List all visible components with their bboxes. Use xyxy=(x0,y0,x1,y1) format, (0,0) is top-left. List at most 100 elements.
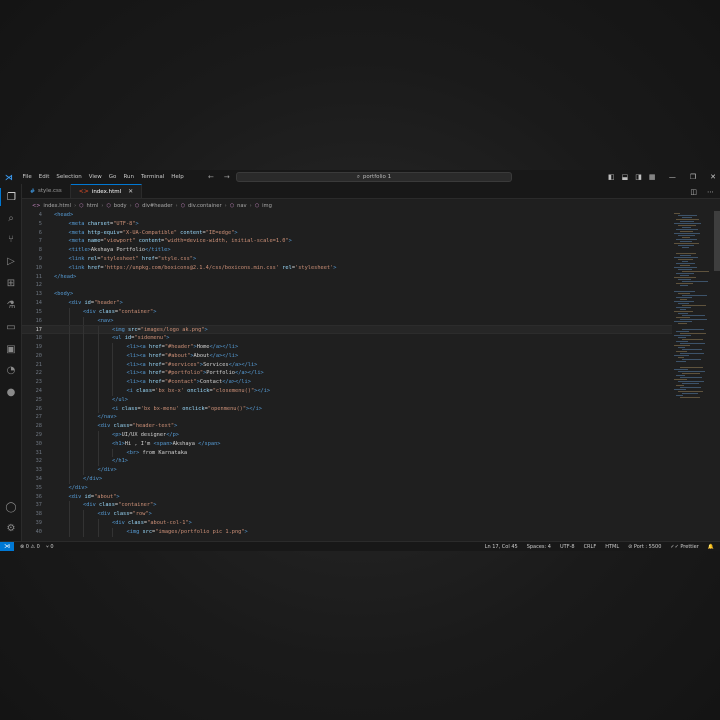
code-line[interactable]: 22 <li><a href="#portfolio">Portfolio</a>… xyxy=(22,369,672,379)
code-line[interactable]: 32 </h1> xyxy=(22,457,672,467)
code-line[interactable]: 9 <link rel="stylesheet" href="style.css"… xyxy=(22,255,672,264)
extension-badge-icon[interactable]: ● xyxy=(0,383,22,401)
minimap-line xyxy=(682,373,700,374)
code-line[interactable]: 40 <img src="images/portfolio pic 1.png"> xyxy=(22,527,672,537)
code-line[interactable]: 21 <li><a href="#services">Services</a></… xyxy=(22,360,672,370)
code-line[interactable]: 20 <li><a href="#about">About</a></li> xyxy=(22,351,672,361)
code-line[interactable]: 28 <div class="header-text"> xyxy=(22,422,672,431)
minimap-line xyxy=(676,351,687,352)
customize-layout-icon[interactable]: ▦ xyxy=(649,173,656,181)
notifications-bell-icon[interactable]: 🔔 xyxy=(708,544,714,550)
code-line[interactable]: 7 <meta name="viewport" content="width=de… xyxy=(22,237,672,246)
timeline-icon[interactable]: ◔ xyxy=(0,361,22,379)
code-line[interactable]: 10 <link href='https://unpkg.com/boxicons… xyxy=(22,264,672,273)
code-line[interactable]: 27 </nav> xyxy=(22,413,672,423)
code-line[interactable]: 31 <br> from Karnataka xyxy=(22,448,672,458)
code-line[interactable]: 39 <div class="about-col-1"> xyxy=(22,519,672,528)
command-center[interactable]: ⌕ portfolio 1 xyxy=(236,172,512,182)
menu-edit[interactable]: Edit xyxy=(35,174,53,180)
toggle-primary-sidebar-icon[interactable]: ◧ xyxy=(608,173,615,181)
remote-indicator-icon[interactable]: ⋊ xyxy=(0,541,14,551)
tab-index-html[interactable]: <> index.html ✕ xyxy=(70,184,143,198)
extensions-icon[interactable]: ⊞ xyxy=(0,274,22,292)
code-line[interactable]: 4 <head> xyxy=(22,211,672,220)
breadcrumb-item[interactable]: img xyxy=(262,203,272,209)
minimap-line xyxy=(680,333,706,334)
line-number: 22 xyxy=(35,370,42,377)
problems-indicator[interactable]: ⊗ 0 ⚠ 0 xyxy=(20,544,40,550)
cursor-position[interactable]: Ln 17, Col 45 xyxy=(485,544,518,550)
code-line[interactable]: 26 <i class='bx bx-menu' onclick="openmen… xyxy=(22,404,672,414)
code-line[interactable]: 17 <img src="images/logo ak.png"> xyxy=(22,325,672,336)
code-line[interactable]: 35 </div> xyxy=(22,484,672,493)
run-debug-icon[interactable]: ▷ xyxy=(0,252,22,270)
minimap[interactable] xyxy=(672,211,720,541)
minimap-slider[interactable] xyxy=(714,211,720,271)
close-tab-icon[interactable]: ✕ xyxy=(128,188,133,195)
menu-run[interactable]: Run xyxy=(120,174,138,180)
back-arrow-icon[interactable]: ← xyxy=(208,173,214,181)
code-line[interactable]: 36 <div id="about"> xyxy=(22,493,672,502)
code-line[interactable]: 13 <body> xyxy=(22,290,672,299)
code-line[interactable]: 38 <div class="row"> xyxy=(22,510,672,519)
breadcrumb-item[interactable]: body xyxy=(114,203,127,209)
end-of-line[interactable]: CRLF xyxy=(584,544,597,550)
split-editor-icon[interactable]: ◫ xyxy=(690,188,697,196)
menu-view[interactable]: View xyxy=(85,174,105,180)
menu-help[interactable]: Help xyxy=(168,174,188,180)
forward-arrow-icon[interactable]: → xyxy=(224,173,230,181)
code-line[interactable]: 24 <i class='bx bx-x' onclick="closemenu(… xyxy=(22,387,672,396)
code-line[interactable]: 8 <title>Akshaya Portfolio</title> xyxy=(22,246,672,255)
menu-go[interactable]: Go xyxy=(105,174,120,180)
restore-button[interactable]: ❐ xyxy=(690,173,696,181)
code-line[interactable]: 30 <h1>Hi , I'm <span>Akshaya </span> xyxy=(22,439,672,449)
code-line[interactable]: 11 </head> xyxy=(22,273,672,282)
live-server-port[interactable]: ⊘ Port : 5500 xyxy=(628,544,661,550)
indentation[interactable]: Spaces: 4 xyxy=(527,544,551,550)
code-line[interactable]: 19 <li><a href="#header">Home</a></li> xyxy=(22,343,672,352)
testing-icon[interactable]: ⚗ xyxy=(0,296,22,314)
code-line[interactable]: 14 <div id="header"> xyxy=(22,299,672,308)
code-editor[interactable]: 4 <head> 5 <meta charset="UTF-8"> 6 <meta htt… xyxy=(22,211,672,541)
code-line[interactable]: 6 <meta http-equiv="X-UA-Compatible" cont… xyxy=(22,229,672,238)
breadcrumb-item[interactable]: div.container xyxy=(188,203,222,209)
code-text: <img src="images/portfolio pic 1.png"> xyxy=(126,528,248,535)
code-line[interactable]: 29 <p>UI/UX designer</p> xyxy=(22,431,672,440)
folder-icon[interactable]: ▣ xyxy=(0,340,22,358)
code-line[interactable]: 34 </div> xyxy=(22,475,672,484)
code-line[interactable]: 23 <li><a href="#contact">Contact</a></li… xyxy=(22,378,672,387)
code-text: <meta http-equiv="X-UA-Compatible" conte… xyxy=(68,229,238,236)
search-icon[interactable]: ⌕ xyxy=(0,209,22,227)
toggle-panel-icon[interactable]: ⬓ xyxy=(622,173,629,181)
breadcrumb-item[interactable]: html xyxy=(87,203,99,209)
account-icon[interactable]: ◯ xyxy=(0,498,22,516)
menu-terminal[interactable]: Terminal xyxy=(137,174,167,180)
menu-file[interactable]: File xyxy=(19,174,35,180)
breadcrumb-item[interactable]: div#header xyxy=(142,203,172,209)
code-line[interactable]: 25 </ul> xyxy=(22,395,672,405)
code-line[interactable]: 33 </div> xyxy=(22,466,672,475)
toggle-secondary-sidebar-icon[interactable]: ◨ xyxy=(635,173,642,181)
close-window-button[interactable]: ✕ xyxy=(710,173,716,181)
language-mode[interactable]: HTML xyxy=(605,544,619,550)
code-line[interactable]: 5 <meta charset="UTF-8"> xyxy=(22,220,672,229)
remote-explorer-icon[interactable]: ▭ xyxy=(0,318,22,336)
code-line[interactable]: 12 xyxy=(22,281,672,290)
code-line[interactable]: 15 <div class="container"> xyxy=(22,307,672,317)
more-actions-icon[interactable]: ⋯ xyxy=(707,188,714,196)
minimize-button[interactable]: — xyxy=(669,173,676,181)
settings-gear-icon[interactable]: ⚙ xyxy=(0,519,22,537)
ports-indicator[interactable]: ⑂ 0 xyxy=(46,544,54,550)
line-number: 35 xyxy=(35,484,42,491)
breadcrumb-item[interactable]: nav xyxy=(237,203,247,209)
code-line[interactable]: 18 <ul id="sidemenu"> xyxy=(22,334,672,343)
code-line[interactable]: 37 <div class="container"> xyxy=(22,501,672,511)
encoding[interactable]: UTF-8 xyxy=(560,544,575,550)
code-line[interactable]: 16 <nav> xyxy=(22,316,672,326)
tab-style-css[interactable]: # style.css xyxy=(22,184,71,198)
source-control-icon[interactable]: ⑂ xyxy=(0,230,22,248)
breadcrumb-item[interactable]: index.html xyxy=(43,203,71,209)
menu-selection[interactable]: Selection xyxy=(53,174,85,180)
prettier-status[interactable]: ✓✓ Prettier xyxy=(670,544,698,550)
explorer-icon[interactable]: ❐ xyxy=(0,188,22,206)
